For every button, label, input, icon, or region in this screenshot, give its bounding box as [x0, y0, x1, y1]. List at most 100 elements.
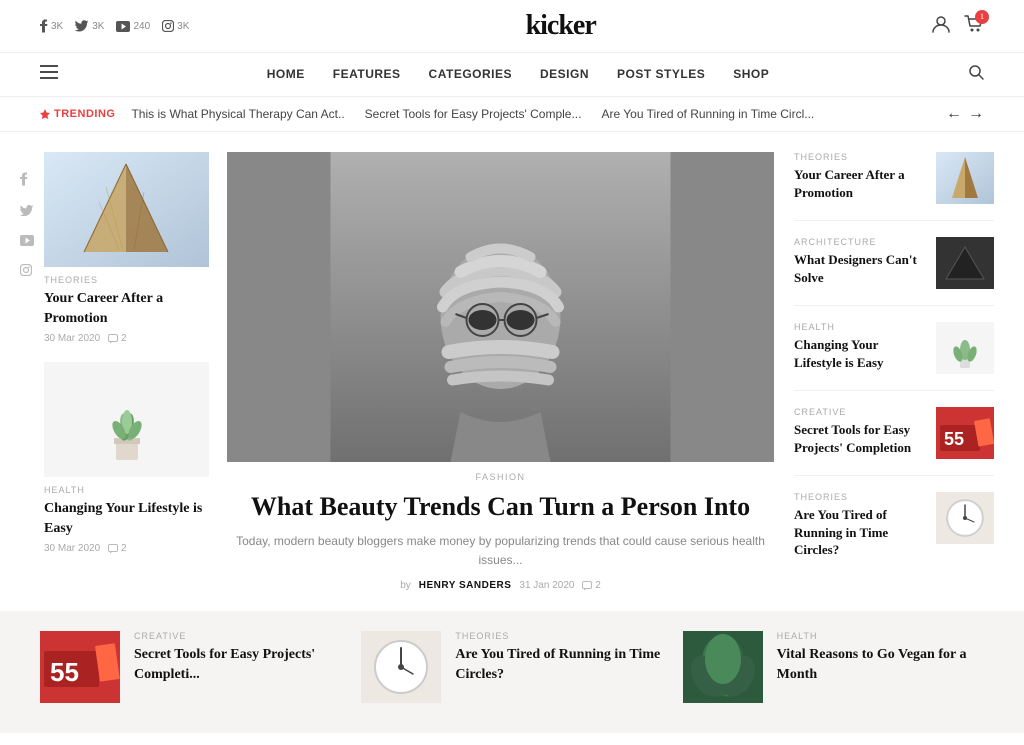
right-article-5-cat: THEORIES — [794, 492, 926, 502]
right-article-5: THEORIES Are You Tired of Running in Tim… — [794, 492, 994, 575]
bottom-article-1-cat: CREATIVE — [134, 631, 341, 641]
right-article-2-cat: ARCHITECTURE — [794, 237, 926, 247]
nav-shop[interactable]: SHOP — [733, 67, 769, 81]
center-article-meta: by HENRY SANDERS 31 Jan 2020 2 — [227, 580, 774, 591]
nav-post-styles[interactable]: POST STYLES — [617, 67, 705, 81]
article-1-date: 30 Mar 2020 — [44, 333, 100, 344]
article-2-date: 30 Mar 2020 — [44, 543, 100, 554]
trending-label: TRENDING — [40, 108, 115, 120]
yt-count: 240 — [133, 21, 150, 32]
bottom-articles: 55 CREATIVE Secret Tools for Easy Projec… — [40, 631, 984, 703]
bottom-article-3: HEALTH Vital Reasons to Go Vegan for a M… — [683, 631, 984, 703]
left-social-bar — [20, 152, 44, 591]
ig-count: 3K — [177, 21, 189, 32]
social-links: 3K 3K 240 3K — [40, 19, 189, 33]
center-article-author[interactable]: HENRY SANDERS — [419, 580, 512, 591]
cart-icon[interactable]: 1 — [964, 15, 984, 38]
tw-count: 3K — [92, 21, 104, 32]
cart-badge: 1 — [975, 10, 989, 24]
trending-items: This is What Physical Therapy Can Act.. … — [131, 107, 930, 121]
article-1-image[interactable] — [44, 152, 209, 267]
twitter-social[interactable]: 3K — [75, 20, 104, 32]
article-2-title[interactable]: Changing Your Lifestyle is Easy — [44, 499, 209, 538]
left-twitter-icon[interactable] — [20, 204, 34, 220]
bottom-article-3-thumb[interactable] — [683, 631, 763, 703]
center-article-category: FASHION — [227, 472, 774, 482]
logo[interactable]: kicker — [526, 10, 596, 42]
youtube-social[interactable]: 240 — [116, 21, 150, 32]
right-article-1: THEORIES Your Career After a Promotion — [794, 152, 994, 221]
right-article-4-thumb[interactable]: 55 — [936, 407, 994, 459]
left-instagram-icon[interactable] — [20, 264, 34, 280]
article-2-meta: 30 Mar 2020 2 — [44, 543, 209, 554]
svg-text:55: 55 — [944, 429, 964, 449]
bottom-article-2-cat: THEORIES — [455, 631, 662, 641]
nav-design[interactable]: DESIGN — [540, 67, 589, 81]
bottom-article-1: 55 CREATIVE Secret Tools for Easy Projec… — [40, 631, 341, 703]
nav-home[interactable]: HOME — [267, 67, 305, 81]
top-bar: 3K 3K 240 3K kicker 1 — [0, 0, 1024, 53]
right-article-3: HEALTH Changing Your Lifestyle is Easy — [794, 322, 994, 391]
bottom-article-2: THEORIES Are You Tired of Running in Tim… — [361, 631, 662, 703]
right-article-4: CREATIVE Secret Tools for Easy Projects'… — [794, 407, 994, 476]
bottom-article-3-title[interactable]: Vital Reasons to Go Vegan for a Month — [777, 645, 984, 684]
right-article-1-title[interactable]: Your Career After a Promotion — [794, 166, 926, 201]
left-youtube-icon[interactable] — [20, 234, 34, 250]
center-article-comments: 2 — [582, 580, 600, 591]
instagram-social[interactable]: 3K — [162, 20, 189, 32]
right-article-5-thumb[interactable] — [936, 492, 994, 544]
trending-item-2[interactable]: Secret Tools for Easy Projects' Comple..… — [365, 107, 582, 121]
right-article-4-cat: CREATIVE — [794, 407, 926, 417]
article-1-category: THEORIES — [44, 275, 209, 285]
article-1-comments: 2 — [108, 333, 126, 344]
center-article: FASHION What Beauty Trends Can Turn a Pe… — [227, 152, 774, 591]
right-article-3-thumb[interactable] — [936, 322, 994, 374]
trending-next[interactable]: → — [968, 105, 984, 123]
right-column: THEORIES Your Career After a Promotion A… — [794, 152, 994, 591]
bottom-article-1-thumb[interactable]: 55 — [40, 631, 120, 703]
top-actions: 1 — [932, 15, 984, 38]
article-1-meta: 30 Mar 2020 2 — [44, 333, 209, 344]
bottom-article-3-cat: HEALTH — [777, 631, 984, 641]
trending-navigation: ← → — [946, 105, 984, 123]
left-article-1: THEORIES Your Career After a Promotion 3… — [44, 152, 209, 344]
right-article-2: ARCHITECTURE What Designers Can't Solve — [794, 237, 994, 306]
right-article-4-title[interactable]: Secret Tools for Easy Projects' Completi… — [794, 421, 926, 456]
trending-item-1[interactable]: This is What Physical Therapy Can Act.. — [131, 107, 344, 121]
left-article-2: HEALTH Changing Your Lifestyle is Easy 3… — [44, 362, 209, 554]
article-2-comments: 2 — [108, 543, 126, 554]
svg-text:55: 55 — [50, 657, 79, 687]
bottom-article-2-thumb[interactable] — [361, 631, 441, 703]
right-article-2-title[interactable]: What Designers Can't Solve — [794, 251, 926, 286]
article-1-title[interactable]: Your Career After a Promotion — [44, 289, 209, 328]
nav-categories[interactable]: CATEGORIES — [429, 67, 512, 81]
bottom-section: 55 CREATIVE Secret Tools for Easy Projec… — [0, 611, 1024, 733]
right-article-5-title[interactable]: Are You Tired of Running in Time Circles… — [794, 506, 926, 559]
right-article-3-title[interactable]: Changing Your Lifestyle is Easy — [794, 336, 926, 371]
center-article-date: 31 Jan 2020 — [519, 580, 574, 591]
article-2-image[interactable] — [44, 362, 209, 477]
center-article-excerpt: Today, modern beauty bloggers make money… — [227, 532, 774, 570]
left-facebook-icon[interactable] — [20, 172, 34, 190]
trending-bar: TRENDING This is What Physical Therapy C… — [0, 97, 1024, 132]
center-article-image[interactable] — [227, 152, 774, 462]
right-article-1-thumb[interactable] — [936, 152, 994, 204]
right-article-1-cat: THEORIES — [794, 152, 926, 162]
trending-item-3[interactable]: Are You Tired of Running in Time Circl..… — [601, 107, 814, 121]
nav-links: HOME FEATURES CATEGORIES DESIGN POST STY… — [267, 67, 769, 83]
right-article-3-cat: HEALTH — [794, 322, 926, 332]
fb-count: 3K — [51, 21, 63, 32]
bottom-article-1-title[interactable]: Secret Tools for Easy Projects' Completi… — [134, 645, 341, 684]
facebook-social[interactable]: 3K — [40, 19, 63, 33]
center-article-title[interactable]: What Beauty Trends Can Turn a Person Int… — [227, 490, 774, 524]
center-article-by: by — [400, 580, 411, 591]
nav-left — [40, 65, 68, 84]
trending-prev[interactable]: ← — [946, 105, 962, 123]
right-article-2-thumb[interactable] — [936, 237, 994, 289]
bottom-article-2-title[interactable]: Are You Tired of Running in Time Circles… — [455, 645, 662, 684]
search-icon[interactable] — [968, 64, 984, 85]
hamburger-icon[interactable] — [40, 65, 58, 84]
user-icon[interactable] — [932, 15, 950, 38]
nav-features[interactable]: FEATURES — [333, 67, 401, 81]
article-2-category: HEALTH — [44, 485, 209, 495]
